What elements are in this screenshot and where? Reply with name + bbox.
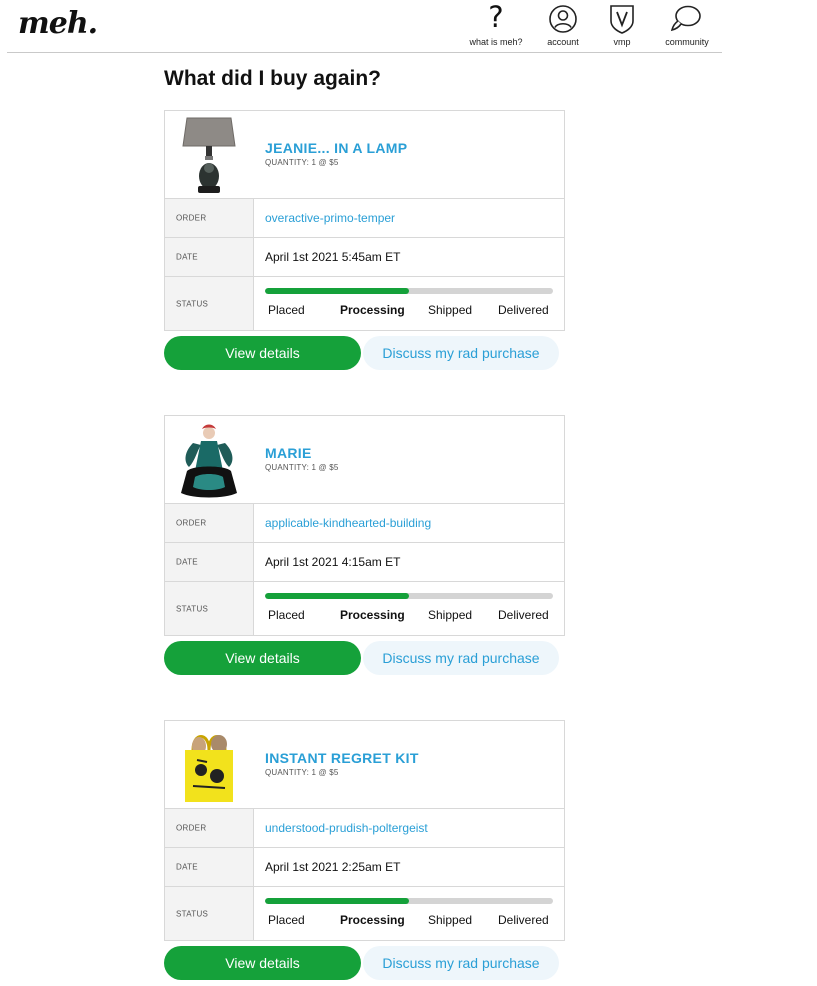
row-label: STATUS — [165, 887, 254, 940]
step-processing: Processing — [340, 303, 405, 317]
order-row: ORDER overactive-primo-temper — [165, 199, 564, 238]
step-delivered: Delivered — [498, 303, 549, 317]
order-item: JEANIE... IN A LAMP QUANTITY: 1 @ $5 ORD… — [164, 110, 565, 376]
order-actions: View details Discuss my rad purchase — [164, 641, 565, 681]
order-date: April 1st 2021 5:45am ET — [265, 250, 401, 264]
progress-bar — [265, 898, 553, 904]
order-row: ORDER understood-prudish-poltergeist — [165, 809, 564, 848]
order-date: April 1st 2021 2:25am ET — [265, 860, 401, 874]
step-placed: Placed — [268, 608, 305, 622]
question-icon: ? — [488, 0, 504, 34]
product-title[interactable]: JEANIE... IN A LAMP — [265, 140, 407, 156]
row-label: ORDER — [165, 199, 254, 237]
status-steps: Placed Processing Shipped Delivered — [265, 303, 555, 319]
vmp-shield-icon — [610, 5, 634, 34]
order-id-link[interactable]: applicable-kindhearted-building — [265, 516, 431, 530]
nav-community[interactable]: community — [655, 0, 719, 52]
nav-vmp[interactable]: vmp — [599, 0, 645, 52]
order-row: ORDER applicable-kindhearted-building — [165, 504, 564, 543]
nav-account[interactable]: account — [537, 0, 589, 52]
date-row: DATE April 1st 2021 4:15am ET — [165, 543, 564, 582]
progress-fill — [265, 898, 409, 904]
lamp-product-image[interactable] — [179, 116, 239, 194]
date-row: DATE April 1st 2021 5:45am ET — [165, 238, 564, 277]
nav-what-is-meh[interactable]: ? what is meh? — [459, 0, 533, 52]
step-shipped: Shipped — [428, 303, 473, 317]
discuss-button[interactable]: Discuss my rad purchase — [363, 641, 559, 675]
order-card: MARIE QUANTITY: 1 @ $5 ORDER applicable-… — [164, 415, 565, 636]
row-label: STATUS — [165, 582, 254, 635]
quantity-text: QUANTITY: 1 @ $5 — [265, 158, 339, 167]
view-details-button[interactable]: View details — [164, 641, 361, 675]
product-header: INSTANT REGRET KIT QUANTITY: 1 @ $5 — [165, 721, 564, 809]
progress-fill — [265, 288, 409, 294]
quantity-text: QUANTITY: 1 @ $5 — [265, 463, 339, 472]
meh-logo[interactable]: meh. — [18, 6, 98, 41]
discuss-button[interactable]: Discuss my rad purchase — [363, 336, 559, 370]
nav-label: account — [547, 37, 579, 47]
step-placed: Placed — [268, 303, 305, 317]
product-title[interactable]: INSTANT REGRET KIT — [265, 750, 419, 766]
order-card: JEANIE... IN A LAMP QUANTITY: 1 @ $5 ORD… — [164, 110, 565, 331]
discuss-button[interactable]: Discuss my rad purchase — [363, 946, 559, 980]
tote-bag-product-image[interactable] — [179, 726, 239, 804]
quantity-text: QUANTITY: 1 @ $5 — [265, 768, 339, 777]
progress-bar — [265, 288, 553, 294]
row-label: STATUS — [165, 277, 254, 330]
step-shipped: Shipped — [428, 608, 473, 622]
step-processing: Processing — [340, 608, 405, 622]
row-label: ORDER — [165, 809, 254, 847]
order-actions: View details Discuss my rad purchase — [164, 336, 565, 376]
order-id-link[interactable]: overactive-primo-temper — [265, 211, 395, 225]
row-label: ORDER — [165, 504, 254, 542]
progress-bar — [265, 593, 553, 599]
status-row: STATUS Placed Processing Shipped Deliver… — [165, 887, 564, 940]
order-item: MARIE QUANTITY: 1 @ $5 ORDER applicable-… — [164, 415, 565, 681]
view-details-button[interactable]: View details — [164, 946, 361, 980]
account-icon — [549, 5, 577, 33]
step-placed: Placed — [268, 913, 305, 927]
status-row: STATUS Placed Processing Shipped Deliver… — [165, 277, 564, 330]
status-row: STATUS Placed Processing Shipped Deliver… — [165, 582, 564, 635]
order-item: INSTANT REGRET KIT QUANTITY: 1 @ $5 ORDE… — [164, 720, 565, 986]
step-delivered: Delivered — [498, 608, 549, 622]
order-actions: View details Discuss my rad purchase — [164, 946, 565, 986]
product-header: MARIE QUANTITY: 1 @ $5 — [165, 416, 564, 504]
step-shipped: Shipped — [428, 913, 473, 927]
status-steps: Placed Processing Shipped Delivered — [265, 913, 555, 929]
progress-fill — [265, 593, 409, 599]
view-details-button[interactable]: View details — [164, 336, 361, 370]
row-label: DATE — [165, 848, 254, 886]
step-processing: Processing — [340, 913, 405, 927]
order-card: INSTANT REGRET KIT QUANTITY: 1 @ $5 ORDE… — [164, 720, 565, 941]
row-label: DATE — [165, 238, 254, 276]
nav-label: vmp — [613, 37, 631, 47]
nav-label: community — [665, 37, 709, 47]
doll-product-image[interactable] — [179, 421, 239, 499]
order-date: April 1st 2021 4:15am ET — [265, 555, 401, 569]
order-id-link[interactable]: understood-prudish-poltergeist — [265, 821, 428, 835]
step-delivered: Delivered — [498, 913, 549, 927]
status-steps: Placed Processing Shipped Delivered — [265, 608, 555, 624]
page-title: What did I buy again? — [164, 67, 381, 90]
nav-label: what is meh? — [469, 37, 523, 47]
community-icon — [670, 5, 701, 32]
row-label: DATE — [165, 543, 254, 581]
product-title[interactable]: MARIE — [265, 445, 312, 461]
product-header: JEANIE... IN A LAMP QUANTITY: 1 @ $5 — [165, 111, 564, 199]
site-header: meh. ? what is meh? account vmp communit… — [7, 0, 722, 53]
date-row: DATE April 1st 2021 2:25am ET — [165, 848, 564, 887]
